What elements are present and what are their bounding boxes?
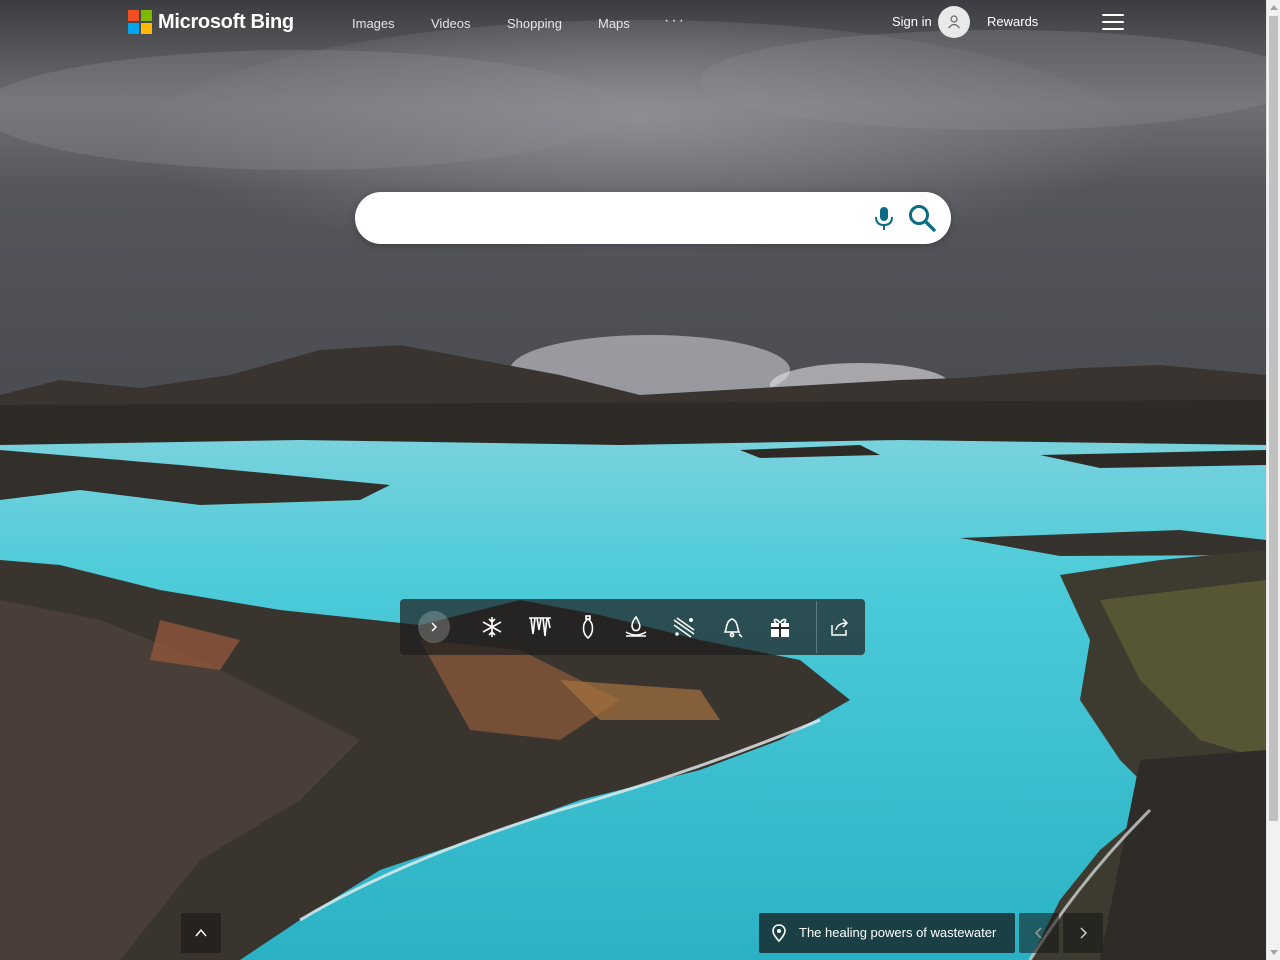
snowy-slope-icon[interactable] [671, 614, 697, 640]
avatar[interactable] [938, 6, 970, 38]
previous-image-button[interactable] [1019, 913, 1059, 953]
share-icon[interactable] [828, 615, 852, 639]
nav-shopping-link[interactable]: Shopping [507, 16, 562, 31]
bing-logo[interactable]: Microsoft Bing [128, 10, 294, 34]
background-image [0, 0, 1266, 960]
scroll-down-arrow-icon[interactable] [1270, 950, 1278, 955]
top-header: Microsoft Bing Images Videos Shopping Ma… [0, 0, 1266, 44]
ornament-icon[interactable] [575, 614, 601, 640]
chevron-right-icon [1080, 927, 1088, 939]
vertical-scrollbar[interactable] [1266, 0, 1280, 960]
brand-name: Microsoft Bing [158, 10, 294, 33]
nav-videos-link[interactable]: Videos [431, 16, 471, 31]
rewards-link[interactable]: Rewards [987, 14, 1038, 29]
bell-icon[interactable] [719, 614, 745, 640]
caption-text: The healing powers of wastewater [799, 925, 997, 940]
nav-images-link[interactable]: Images [352, 16, 395, 31]
image-caption[interactable]: The healing powers of wastewater [759, 913, 1015, 953]
icicles-icon[interactable] [527, 614, 553, 640]
toolbar-divider [816, 601, 817, 653]
next-image-button[interactable] [1063, 913, 1103, 953]
chevron-left-icon [1034, 927, 1042, 939]
nav-maps-link[interactable]: Maps [598, 16, 630, 31]
gift-icon[interactable] [767, 614, 793, 640]
location-pin-icon [772, 924, 786, 942]
sign-in-link[interactable]: Sign in [892, 14, 932, 29]
scroll-up-arrow-icon[interactable] [1270, 5, 1278, 10]
hamburger-menu-icon[interactable] [1102, 14, 1124, 30]
daily-quiz-toolbar [400, 599, 865, 655]
scroll-up-button[interactable] [181, 913, 221, 953]
chevron-up-icon [195, 928, 207, 937]
scrollbar-thumb[interactable] [1269, 16, 1278, 821]
microsoft-logo-icon [128, 10, 152, 34]
more-menu-button[interactable]: ··· [664, 12, 686, 30]
search-box [355, 192, 951, 244]
search-input[interactable] [377, 204, 861, 234]
chevron-right-icon[interactable] [418, 611, 450, 643]
snowflake-icon[interactable] [479, 614, 505, 640]
search-icon[interactable] [906, 202, 938, 234]
campfire-icon[interactable] [623, 614, 649, 640]
user-icon [948, 15, 960, 29]
microphone-icon[interactable] [870, 204, 898, 232]
